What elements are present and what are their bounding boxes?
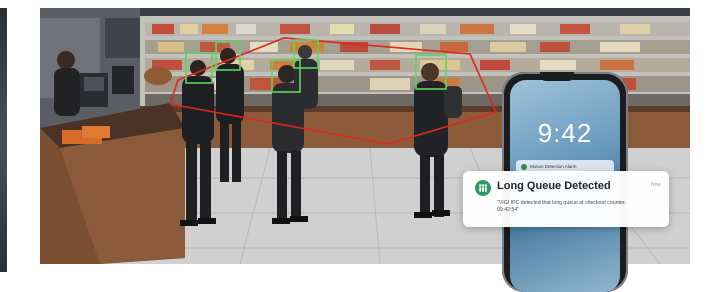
notification-message-line2: 09:42:54" (497, 207, 520, 213)
notification-time: Now (650, 182, 661, 188)
notification-title: Long Queue Detected (497, 180, 611, 192)
phone-clock: 9:42 (537, 118, 593, 148)
notification-message: "VIGI IPC detected that long queue at ch… (497, 200, 657, 214)
notification-message-line1: "VIGI IPC detected that long queue at ch… (497, 200, 626, 206)
app-dot-icon (521, 164, 527, 170)
adjacent-image-edge (0, 8, 7, 272)
mini-notification-text: Motion Detection Alarm (530, 164, 577, 169)
queue-people-icon (475, 180, 491, 196)
phone-notch (540, 72, 574, 81)
long-queue-notification[interactable]: Long Queue Detected Now "VIGI IPC detect… (463, 171, 669, 227)
screenshot-frame: 9:42 Motion Detection Alarm Long Queue D… (0, 0, 707, 292)
